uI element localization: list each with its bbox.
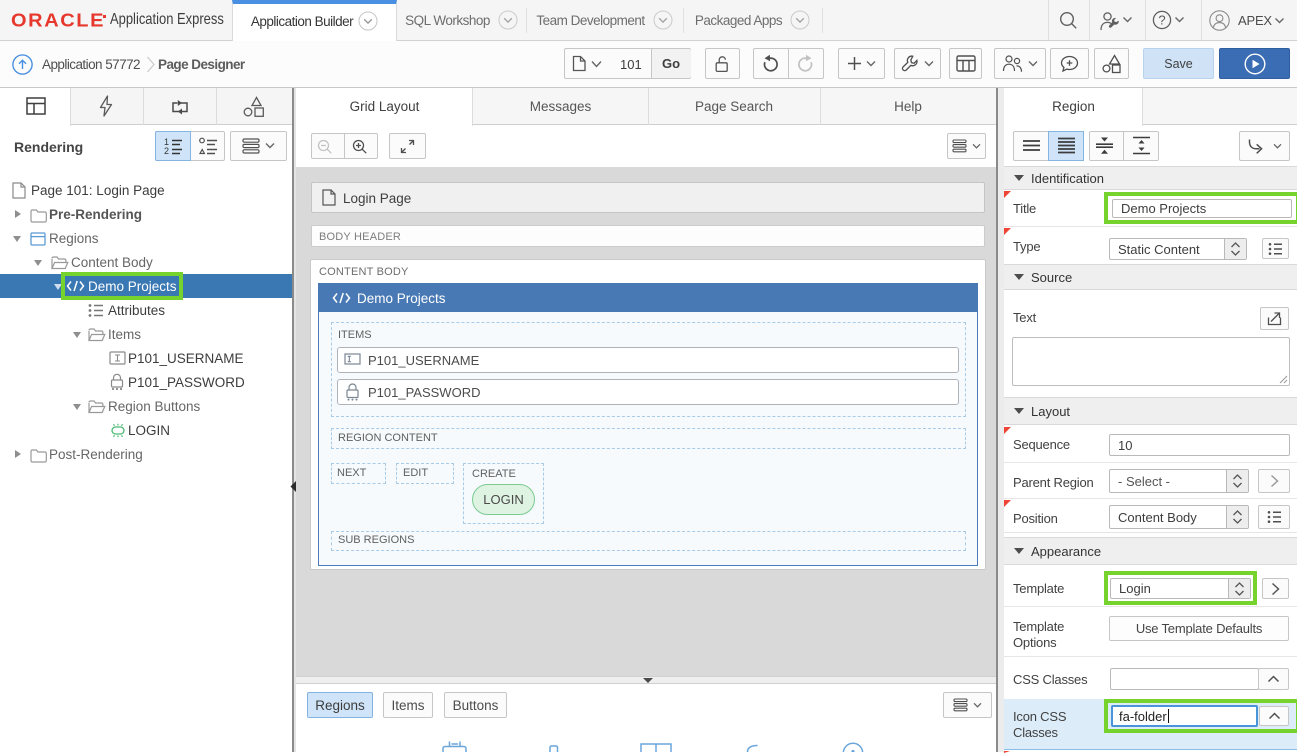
svg-text:2: 2 bbox=[164, 146, 169, 155]
svg-text:?: ? bbox=[1158, 13, 1165, 28]
